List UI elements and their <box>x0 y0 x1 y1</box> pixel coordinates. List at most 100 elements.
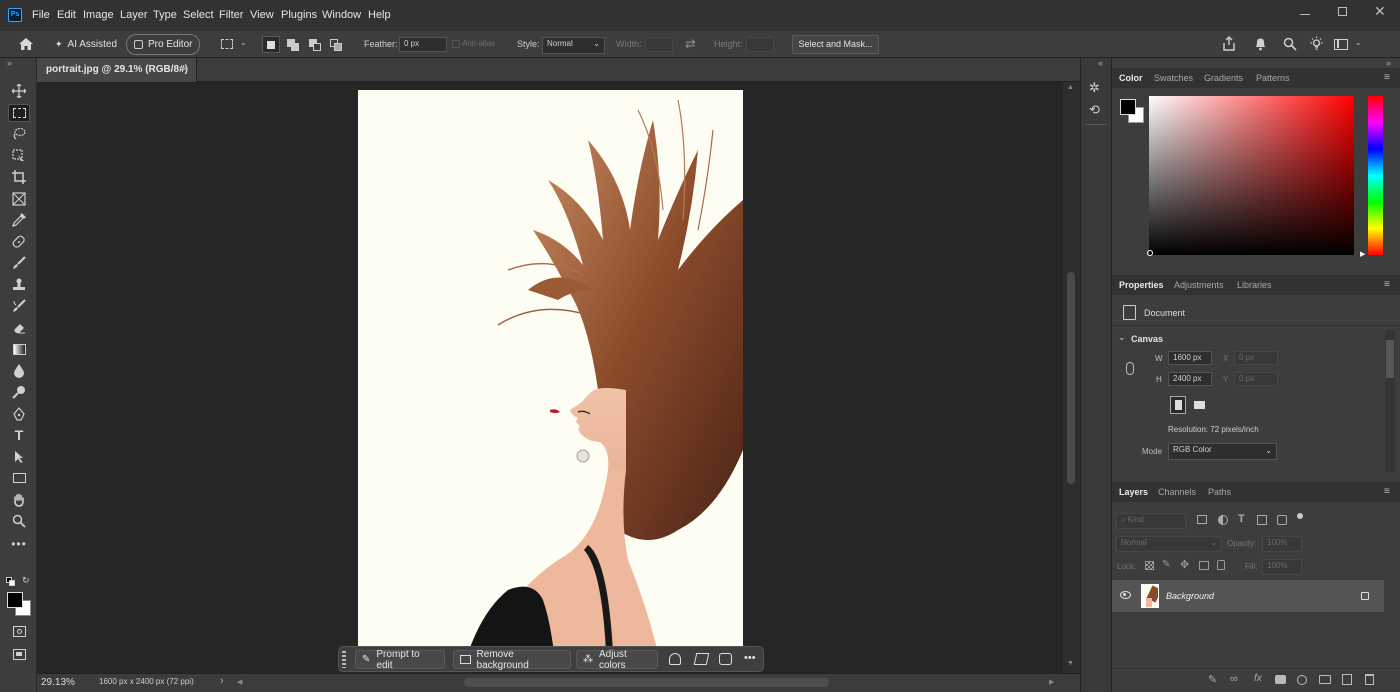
tab-swatches[interactable]: Swatches <box>1154 73 1193 83</box>
share-icon[interactable] <box>1222 36 1236 51</box>
marquee-preset-icon[interactable] <box>221 39 233 49</box>
filter-pixel-icon[interactable] <box>1197 515 1207 524</box>
delete-layer-icon[interactable] <box>1365 674 1374 685</box>
screen-mode-icon[interactable] <box>8 645 30 663</box>
canvas-width-input[interactable]: 1600 px <box>1168 351 1212 365</box>
color-mode-select[interactable]: RGB Color ⌄ <box>1168 443 1277 460</box>
feather-input[interactable]: 0 px <box>399 37 447 52</box>
fill-input[interactable]: 100% <box>1262 559 1302 575</box>
discover-panel-icon[interactable]: ✲ <box>1089 80 1100 96</box>
more-tools-icon[interactable]: ••• <box>8 535 30 553</box>
hue-slider[interactable] <box>1368 96 1383 255</box>
pro-editor-toggle[interactable]: Pro Editor <box>126 34 200 55</box>
collapse-panels-icon[interactable]: « <box>1098 58 1103 68</box>
remove-background-button[interactable]: Remove background <box>453 649 571 671</box>
swap-colors-icon[interactable]: ↻ <box>22 575 30 586</box>
move-tool-icon[interactable] <box>8 82 30 100</box>
filter-smart-object-icon[interactable] <box>1277 515 1287 525</box>
default-colors-icon[interactable] <box>6 577 15 586</box>
blur-tool-icon[interactable] <box>8 362 30 380</box>
menu-select[interactable]: Select <box>183 9 214 21</box>
layer-row[interactable]: Background <box>1112 580 1384 612</box>
lock-icon[interactable] <box>1361 592 1369 600</box>
eraser-tool-icon[interactable] <box>8 319 30 337</box>
menu-edit[interactable]: Edit <box>57 9 76 21</box>
rectangle-tool-icon[interactable] <box>8 469 30 487</box>
lock-position-icon[interactable]: ✥ <box>1180 558 1189 571</box>
canvas-section-title[interactable]: Canvas <box>1131 334 1163 344</box>
eyedropper-tool-icon[interactable] <box>8 211 30 229</box>
panel-menu-icon[interactable]: ≡ <box>1384 486 1390 497</box>
canvas-y-input[interactable]: 0 px <box>1234 372 1278 386</box>
pen-tool-icon[interactable] <box>8 405 30 423</box>
tab-patterns[interactable]: Patterns <box>1256 73 1290 83</box>
horizontal-scroll-thumb[interactable] <box>464 678 829 687</box>
menu-window[interactable]: Window <box>322 9 361 21</box>
lock-artboard-icon[interactable] <box>1199 561 1209 570</box>
search-icon[interactable] <box>1283 37 1297 51</box>
lock-transparent-icon[interactable] <box>1145 561 1154 570</box>
transform-icon[interactable] <box>693 653 710 665</box>
menu-image[interactable]: Image <box>83 9 114 21</box>
subtract-selection-icon[interactable] <box>309 39 321 51</box>
eye-visibility-icon[interactable] <box>1120 591 1131 599</box>
new-layer-icon[interactable] <box>1342 674 1352 685</box>
photoshop-logo[interactable]: Ps <box>8 8 22 22</box>
color-picker-field[interactable] <box>1149 96 1354 255</box>
canvas-height-input[interactable]: 2400 px <box>1168 372 1212 386</box>
bell-icon[interactable] <box>1254 37 1267 51</box>
lock-all-icon[interactable] <box>1217 560 1225 570</box>
filter-type-icon[interactable]: T <box>1238 513 1245 525</box>
tab-paths[interactable]: Paths <box>1208 487 1231 497</box>
close-tab-icon[interactable]: × <box>182 64 188 75</box>
brush-tool-icon[interactable] <box>8 254 30 272</box>
filter-toggle-icon[interactable] <box>1297 513 1303 519</box>
properties-scroll-thumb[interactable] <box>1386 340 1394 378</box>
adjustment-layer-icon[interactable] <box>1297 675 1307 685</box>
zoom-tool-icon[interactable] <box>8 512 30 530</box>
path-selection-tool-icon[interactable] <box>8 448 30 466</box>
ai-assisted-toggle[interactable]: ✦ AI Assisted <box>50 35 122 54</box>
canvas-x-input[interactable]: 0 px <box>1234 351 1278 365</box>
tab-color[interactable]: Color <box>1119 73 1143 83</box>
dodge-tool-icon[interactable] <box>8 383 30 401</box>
rectangular-marquee-tool-icon[interactable] <box>8 104 30 122</box>
history-panel-icon[interactable]: ⟲ <box>1089 102 1100 118</box>
color-fg-swatch[interactable] <box>1120 99 1136 115</box>
menu-plugins[interactable]: Plugins <box>281 9 317 21</box>
type-tool-icon[interactable]: T <box>8 426 30 444</box>
drag-handle-icon[interactable] <box>342 651 346 668</box>
select-and-mask-button[interactable]: Select and Mask... <box>792 35 879 54</box>
menu-filter[interactable]: Filter <box>219 9 243 21</box>
gradient-tool-icon[interactable] <box>8 340 30 358</box>
chevron-down-icon[interactable]: ⌄ <box>1118 332 1126 343</box>
intersect-selection-icon[interactable] <box>330 39 342 51</box>
portrait-orientation-icon[interactable] <box>1170 396 1186 414</box>
hand-tool-icon[interactable] <box>8 491 30 509</box>
panel-menu-icon[interactable]: ≡ <box>1384 279 1390 290</box>
history-brush-tool-icon[interactable] <box>8 297 30 315</box>
tab-adjustments[interactable]: Adjustments <box>1174 280 1224 290</box>
height-input[interactable] <box>746 37 774 52</box>
more-options-icon[interactable]: ••• <box>744 652 756 664</box>
crop-tool-icon[interactable] <box>8 168 30 186</box>
menu-help[interactable]: Help <box>368 9 391 21</box>
home-icon[interactable] <box>18 37 34 51</box>
layer-filter-kind[interactable]: ⌕ Kind <box>1116 513 1186 529</box>
document-tab[interactable]: portrait.jpg @ 29.1% (RGB/8#) × <box>37 58 197 82</box>
discover-icon[interactable] <box>1309 36 1324 51</box>
scroll-left-icon[interactable]: ◀ <box>237 678 242 686</box>
filter-adjustment-icon[interactable] <box>1218 515 1228 525</box>
canvas-vertical-scrollbar[interactable]: ▲ ▼ <box>1063 82 1080 673</box>
add-mask-icon[interactable] <box>1275 675 1286 684</box>
menu-file[interactable]: File <box>32 9 50 21</box>
landscape-orientation-icon[interactable] <box>1192 398 1206 412</box>
document-canvas[interactable] <box>358 90 743 653</box>
maximize-icon[interactable] <box>1338 7 1347 16</box>
minimize-icon[interactable] <box>1300 14 1310 15</box>
chevron-down-icon[interactable]: ⌄ <box>240 38 247 47</box>
tab-gradients[interactable]: Gradients <box>1204 73 1243 83</box>
scroll-down-icon[interactable]: ▼ <box>1067 660 1074 667</box>
generative-fill-icon[interactable] <box>719 653 732 665</box>
quick-mask-icon[interactable] <box>8 622 30 640</box>
